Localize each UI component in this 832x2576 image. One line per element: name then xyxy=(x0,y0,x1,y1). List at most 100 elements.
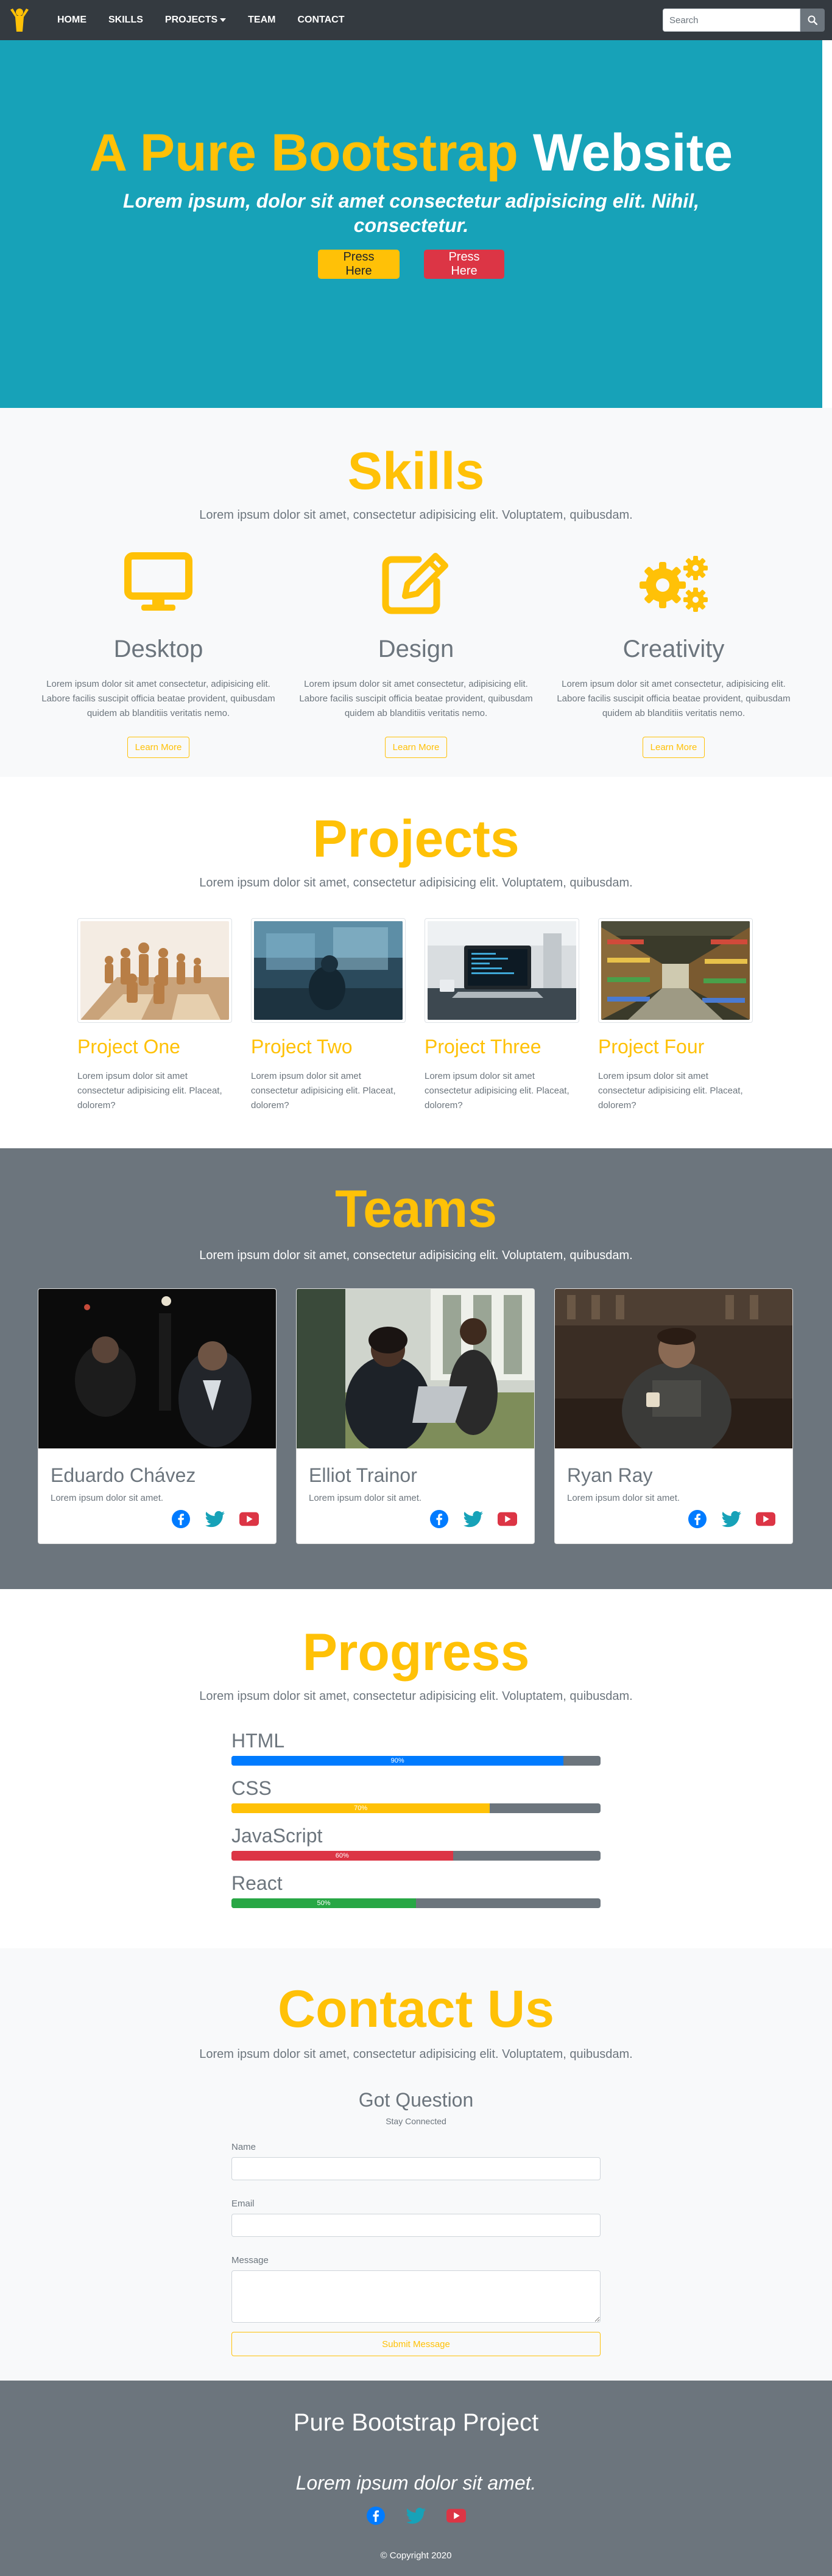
submit-message-button[interactable]: Submit Message xyxy=(231,2332,601,2356)
skills-lead: Lorem ipsum dolor sit amet, consectetur … xyxy=(199,508,633,522)
social-links xyxy=(171,1509,259,1529)
facebook-icon[interactable] xyxy=(688,1509,707,1529)
learn-more-button[interactable]: Learn More xyxy=(642,737,705,758)
progress-label: React xyxy=(231,1872,283,1894)
contact-lead: Lorem ipsum dolor sit amet, consectetur … xyxy=(199,2048,633,2061)
nav-team[interactable]: TEAM xyxy=(237,15,286,26)
person-arms-up-icon xyxy=(10,9,29,32)
social-links xyxy=(688,1509,775,1529)
nav-contact[interactable]: CONTACT xyxy=(286,15,355,26)
project-text: Lorem ipsum dolor sit amet consectetur a… xyxy=(77,1071,222,1111)
desktop-icon xyxy=(124,552,192,611)
email-field[interactable] xyxy=(231,2214,601,2237)
hero-title: A Pure Bootstrap Website xyxy=(0,122,822,183)
search-icon xyxy=(808,15,817,25)
form-subtitle: Stay Connected xyxy=(386,2116,446,2126)
skill-text: Lorem ipsum dolor sit amet consectetur, … xyxy=(299,679,533,718)
brand-logo[interactable] xyxy=(7,6,32,34)
progress-fill: 60% xyxy=(231,1851,453,1861)
social-links xyxy=(429,1509,517,1529)
nav-skills[interactable]: SKILLS xyxy=(97,15,154,26)
progress-title: Progress xyxy=(302,1623,530,1682)
facebook-icon[interactable] xyxy=(366,2506,386,2525)
skill-design: Design Lorem ipsum dolor sit amet consec… xyxy=(294,549,538,758)
progress-track: 50% xyxy=(231,1898,601,1908)
twitter-icon[interactable] xyxy=(722,1509,741,1529)
twitter-icon[interactable] xyxy=(406,2506,426,2525)
facebook-icon[interactable] xyxy=(171,1509,191,1529)
search-input[interactable] xyxy=(663,9,800,32)
team-photo xyxy=(555,1289,792,1459)
workspace-image xyxy=(254,921,403,1020)
projects-lead: Lorem ipsum dolor sit amet, consectetur … xyxy=(199,876,633,890)
youtube-icon[interactable] xyxy=(239,1509,259,1529)
progress-fill: 70% xyxy=(231,1803,490,1813)
member-text: Lorem ipsum dolor sit amet. xyxy=(567,1493,680,1503)
progress-label: CSS xyxy=(231,1777,272,1799)
hero-title-part1: A Pure Bootstrap xyxy=(89,124,518,182)
navbar: HOME SKILLS PROJECTS TEAM CONTACT xyxy=(0,0,832,40)
skill-text: Lorem ipsum dolor sit amet consectetur, … xyxy=(41,679,275,718)
project-thumbnail[interactable] xyxy=(77,918,232,1023)
member-text: Lorem ipsum dolor sit amet. xyxy=(309,1493,422,1503)
search-form xyxy=(663,9,825,32)
project-thumbnail[interactable] xyxy=(425,918,579,1023)
project-title: Project Two xyxy=(251,1036,353,1058)
project-card: Project One Lorem ipsum dolor sit amet c… xyxy=(77,918,233,1113)
project-card: Project Two Lorem ipsum dolor sit amet c… xyxy=(251,918,407,1113)
team-card: Eduardo Chávez Lorem ipsum dolor sit ame… xyxy=(38,1288,277,1544)
progress-react: React 50% xyxy=(231,1872,601,1908)
skill-text: Lorem ipsum dolor sit amet consectetur, … xyxy=(557,679,791,718)
hero-section: A Pure Bootstrap Website Lorem ipsum, do… xyxy=(0,40,822,408)
twitter-icon[interactable] xyxy=(205,1509,225,1529)
message-label: Message xyxy=(231,2255,269,2265)
press-here-yellow-button[interactable]: Press Here xyxy=(318,250,400,279)
progress-label: HTML xyxy=(231,1730,285,1752)
twitter-icon[interactable] xyxy=(464,1509,483,1529)
name-field[interactable] xyxy=(231,2157,601,2180)
skills-title: Skills xyxy=(347,442,485,500)
contact-section: Contact Us Lorem ipsum dolor sit amet, c… xyxy=(0,1948,832,2381)
skill-name: Creativity xyxy=(622,636,725,662)
progress-fill: 50% xyxy=(231,1898,416,1908)
footer: Pure Bootstrap Project Lorem ipsum dolor… xyxy=(0,2381,832,2576)
progress-track: 90% xyxy=(231,1756,601,1766)
project-text: Lorem ipsum dolor sit amet consectetur a… xyxy=(251,1071,396,1111)
progress-javascript: JavaScript 60% xyxy=(231,1824,601,1861)
team-card: Ryan Ray Lorem ipsum dolor sit amet. xyxy=(554,1288,793,1544)
team-card: Elliot Trainor Lorem ipsum dolor sit ame… xyxy=(296,1288,535,1544)
member-name: Elliot Trainor xyxy=(309,1464,417,1486)
skill-desktop: Desktop Lorem ipsum dolor sit amet conse… xyxy=(37,549,280,758)
hero-subtitle: Lorem ipsum, dolor sit amet consectetur … xyxy=(123,190,699,236)
learn-more-button[interactable]: Learn More xyxy=(127,737,190,758)
project-thumbnail[interactable] xyxy=(251,918,406,1023)
nav-home[interactable]: HOME xyxy=(46,15,97,26)
contact-title: Contact Us xyxy=(278,1980,554,2038)
member-name: Eduardo Chávez xyxy=(51,1464,196,1486)
skill-creativity: Creativity Lorem ipsum dolor sit amet co… xyxy=(552,549,795,758)
laptop-desk-image xyxy=(428,921,576,1020)
youtube-icon[interactable] xyxy=(756,1509,775,1529)
project-card: Project Four Lorem ipsum dolor sit amet … xyxy=(598,918,754,1113)
nav-projects-dropdown[interactable]: PROJECTS xyxy=(154,15,237,26)
projects-title: Projects xyxy=(312,810,520,868)
contact-form: Got Question Stay Connected Name Email M… xyxy=(231,2088,601,2356)
progress-fill: 90% xyxy=(231,1756,564,1766)
caret-down-icon xyxy=(220,18,227,22)
project-title: Project One xyxy=(77,1036,180,1058)
skills-section: Skills Lorem ipsum dolor sit amet, conse… xyxy=(0,408,832,777)
learn-more-button[interactable]: Learn More xyxy=(384,737,448,758)
press-here-red-button[interactable]: Press Here xyxy=(424,250,504,279)
progress-lead: Lorem ipsum dolor sit amet, consectetur … xyxy=(199,1690,633,1703)
search-button[interactable] xyxy=(800,9,825,32)
form-title: Got Question xyxy=(358,2089,474,2111)
nav-links: HOME SKILLS PROJECTS TEAM CONTACT xyxy=(46,15,356,26)
youtube-icon[interactable] xyxy=(498,1509,517,1529)
facebook-icon[interactable] xyxy=(429,1509,449,1529)
progress-label: JavaScript xyxy=(231,1825,323,1847)
youtube-icon[interactable] xyxy=(446,2506,466,2525)
message-field[interactable] xyxy=(231,2270,601,2323)
project-text: Lorem ipsum dolor sit amet consectetur a… xyxy=(425,1071,569,1111)
teams-lead: Lorem ipsum dolor sit amet, consectetur … xyxy=(199,1249,633,1262)
project-thumbnail[interactable] xyxy=(598,918,753,1023)
